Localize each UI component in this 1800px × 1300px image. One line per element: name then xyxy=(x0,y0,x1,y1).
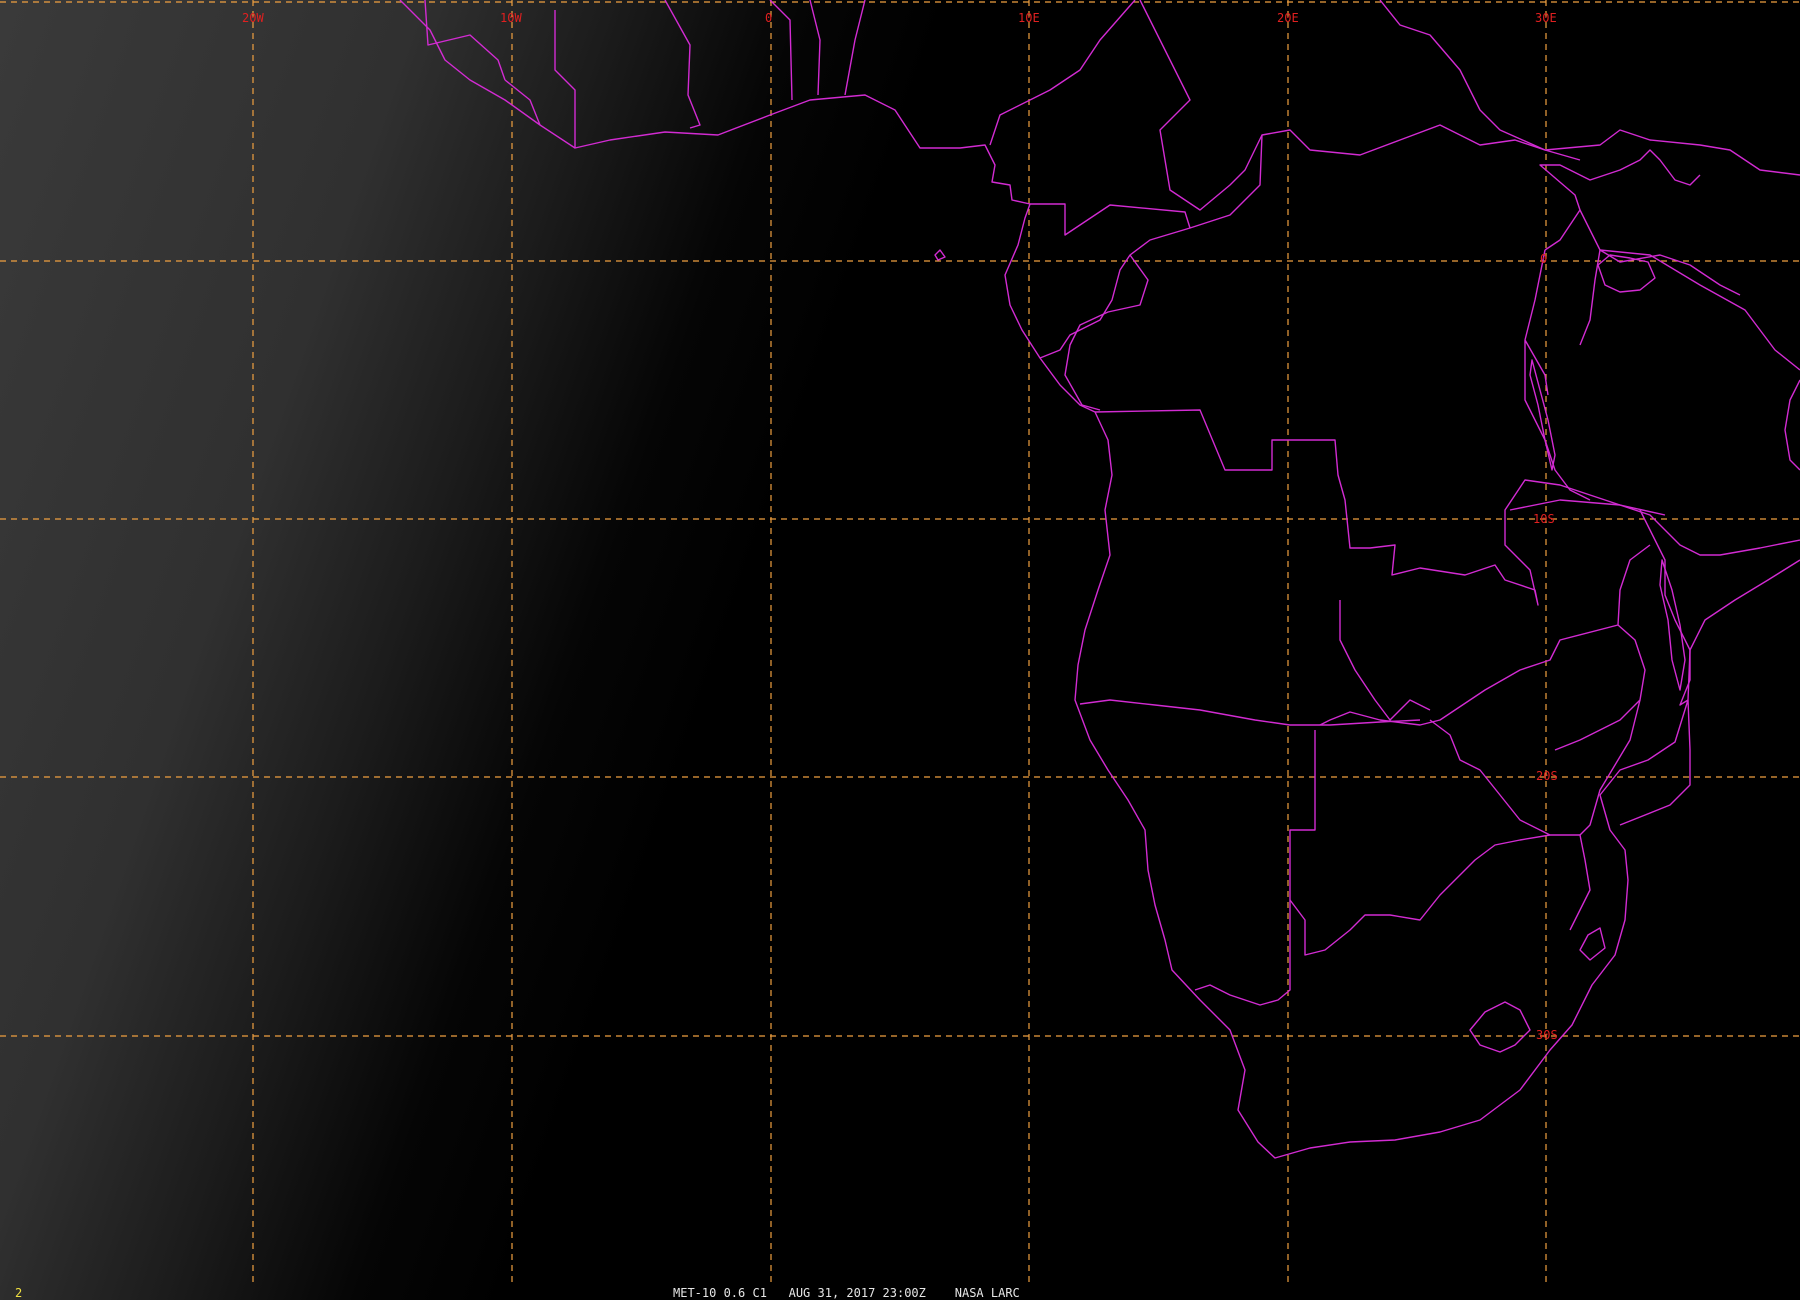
image-caption: MET-10 0.6 C1 AUG 31, 2017 23:00Z NASA L… xyxy=(673,1286,1020,1300)
lat-label-20s: 20S xyxy=(1536,769,1558,783)
lon-label-0: 0 xyxy=(765,11,772,25)
lon-label-20e: 20E xyxy=(1277,11,1299,25)
lat-label-10s: 10S xyxy=(1533,512,1555,526)
lon-label-30e: 30E xyxy=(1535,11,1557,25)
lon-label-20w: 20W xyxy=(242,11,264,25)
lat-label-0: 0 xyxy=(1540,252,1547,266)
lon-label-10e: 10E xyxy=(1018,11,1040,25)
lon-label-10w: 10W xyxy=(500,11,522,25)
satellite-map: 20W 10W 0 10E 20E 30E 0 10S 20S 30S 2 ME… xyxy=(0,0,1800,1300)
satellite-imagery xyxy=(0,0,1800,1300)
frame-number: 2 xyxy=(15,1286,22,1300)
lat-label-30s: 30S xyxy=(1536,1028,1558,1042)
